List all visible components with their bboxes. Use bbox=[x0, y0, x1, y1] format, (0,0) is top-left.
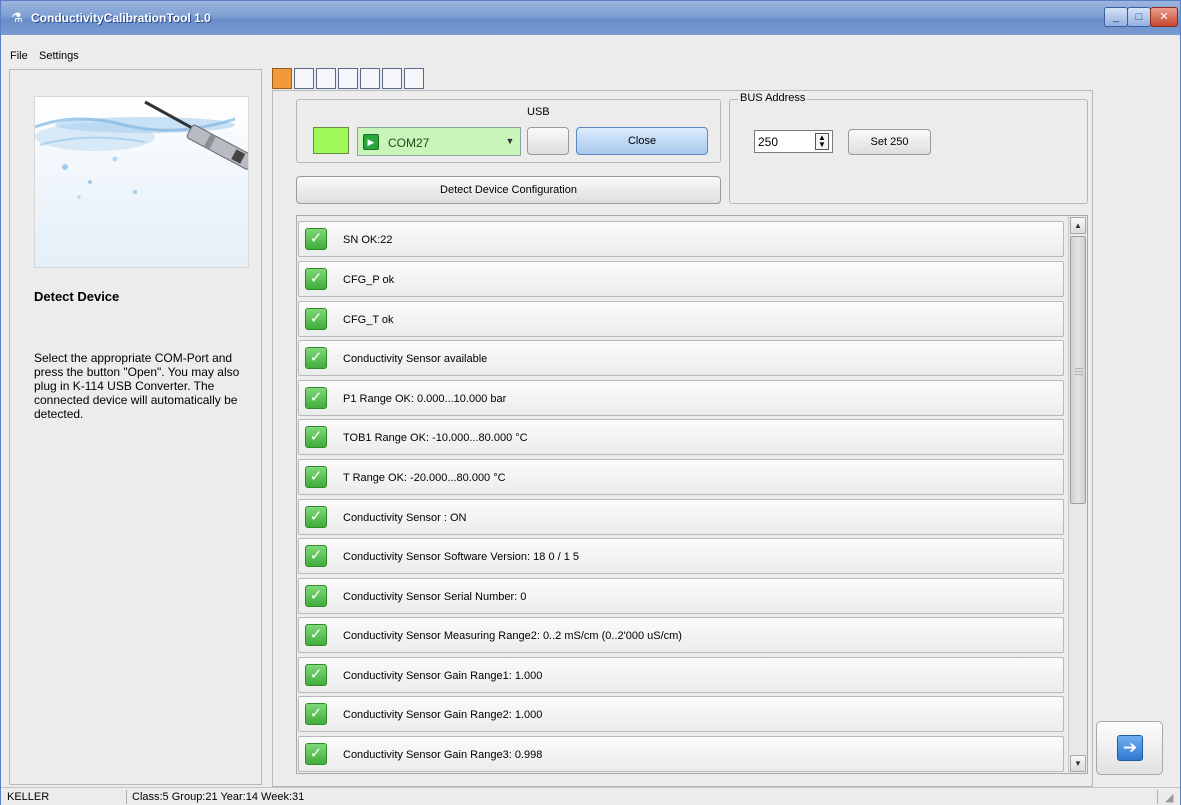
checkmark-icon: ✓ bbox=[305, 308, 327, 330]
bus-address-spinner[interactable]: 250 ▲ ▼ bbox=[754, 130, 833, 153]
result-text: Conductivity Sensor Serial Number: 0 bbox=[343, 591, 527, 603]
step-4 bbox=[338, 68, 358, 89]
checkmark-icon: ✓ bbox=[305, 426, 327, 448]
checkmark-icon: ✓ bbox=[305, 664, 327, 686]
checkmark-icon: ✓ bbox=[305, 347, 327, 369]
com-port-select[interactable]: ▶ COM27 ▼ bbox=[357, 127, 521, 156]
checkmark-icon: ✓ bbox=[305, 268, 327, 290]
connection-status-lamp bbox=[313, 127, 349, 154]
com-port-value: COM27 bbox=[388, 136, 430, 150]
step-3 bbox=[316, 68, 336, 89]
maximize-button[interactable]: □ bbox=[1127, 7, 1151, 27]
scroll-up-icon[interactable]: ▲ bbox=[1070, 217, 1086, 234]
step-2 bbox=[294, 68, 314, 89]
menu-settings[interactable]: Settings bbox=[36, 49, 82, 63]
chevron-down-icon[interactable]: ▼ bbox=[500, 128, 520, 155]
title-bar: ⚗ ConductivityCalibrationTool 1.0 _ □ ✕ bbox=[1, 1, 1180, 35]
result-row: ✓ Conductivity Sensor available bbox=[298, 340, 1064, 376]
sensor-probe-image bbox=[35, 100, 248, 199]
checkmark-icon: ✓ bbox=[305, 545, 327, 567]
result-text: Conductivity Sensor Measuring Range2: 0.… bbox=[343, 630, 682, 642]
checkmark-icon: ✓ bbox=[305, 466, 327, 488]
detect-configuration-button[interactable]: Detect Device Configuration bbox=[296, 176, 721, 204]
status-device-info: Class:5 Group:21 Year:14 Week:31 bbox=[132, 791, 305, 803]
minimize-button[interactable]: _ bbox=[1104, 7, 1128, 27]
usb-label: USB bbox=[527, 106, 550, 118]
result-text: CFG_T ok bbox=[343, 314, 394, 326]
main-window: ⚗ ConductivityCalibrationTool 1.0 _ □ ✕ … bbox=[0, 0, 1181, 805]
result-text: Conductivity Sensor Gain Range3: 0.998 bbox=[343, 749, 543, 761]
play-icon: ▶ bbox=[363, 134, 379, 150]
step-5 bbox=[360, 68, 380, 89]
result-row: ✓ P1 Range OK: 0.000...10.000 bar bbox=[298, 380, 1064, 416]
sensor-photo bbox=[34, 96, 249, 268]
close-window-button[interactable]: ✕ bbox=[1150, 7, 1178, 27]
next-step-button[interactable]: ➔ bbox=[1096, 721, 1163, 775]
left-info-panel: Detect Device Select the appropriate COM… bbox=[9, 69, 262, 785]
usb-action-button[interactable] bbox=[527, 127, 569, 155]
step-6 bbox=[382, 68, 402, 89]
checkmark-icon: ✓ bbox=[305, 387, 327, 409]
result-row: ✓ Conductivity Sensor Gain Range1: 1.000 bbox=[298, 657, 1064, 693]
step-description: Select the appropriate COM-Port and pres… bbox=[34, 351, 240, 421]
result-row: ✓ Conductivity Sensor Serial Number: 0 bbox=[298, 578, 1064, 614]
status-vendor: KELLER bbox=[7, 791, 50, 803]
bus-address-label: BUS Address bbox=[738, 92, 808, 104]
flask-icon: ⚗ bbox=[11, 10, 23, 25]
result-row: ✓ TOB1 Range OK: -10.000...80.000 °C bbox=[298, 419, 1064, 455]
checkmark-icon: ✓ bbox=[305, 506, 327, 528]
scroll-down-icon[interactable]: ▼ bbox=[1070, 755, 1086, 772]
result-text: Conductivity Sensor available bbox=[343, 353, 488, 365]
checkmark-icon: ✓ bbox=[305, 703, 327, 725]
menu-file[interactable]: File bbox=[7, 49, 31, 63]
result-text: CFG_P ok bbox=[343, 274, 395, 286]
step-7 bbox=[404, 68, 424, 89]
result-text: TOB1 Range OK: -10.000...80.000 °C bbox=[343, 432, 528, 444]
close-port-button[interactable]: Close bbox=[576, 127, 708, 155]
result-text: SN OK:22 bbox=[343, 234, 393, 246]
result-text: Conductivity Sensor Gain Range2: 1.000 bbox=[343, 709, 543, 721]
checkmark-icon: ✓ bbox=[305, 585, 327, 607]
step-1 bbox=[272, 68, 292, 89]
result-row: ✓ Conductivity Sensor Software Version: … bbox=[298, 538, 1064, 574]
step-title: Detect Device bbox=[34, 289, 120, 304]
result-row: ✓ Conductivity Sensor Measuring Range2: … bbox=[298, 617, 1064, 653]
result-row: ✓ Conductivity Sensor Gain Range3: 0.998 bbox=[298, 736, 1064, 772]
result-row: ✓ CFG_T ok bbox=[298, 301, 1064, 337]
result-text: Conductivity Sensor Software Version: 18… bbox=[343, 551, 580, 563]
set-bus-address-button[interactable]: Set 250 bbox=[848, 129, 931, 155]
resize-grip-icon[interactable]: ◢ bbox=[1165, 791, 1173, 804]
results-scrollbar[interactable]: ▲ — — — ▼ bbox=[1068, 216, 1087, 773]
result-text: T Range OK: -20.000...80.000 °C bbox=[343, 472, 506, 484]
grip-icon: — — — bbox=[1075, 364, 1083, 379]
result-text: Conductivity Sensor Gain Range1: 1.000 bbox=[343, 670, 543, 682]
status-bar: KELLER Class:5 Group:21 Year:14 Week:31 … bbox=[1, 787, 1180, 805]
bus-address-value: 250 bbox=[758, 135, 779, 149]
result-row: ✓ SN OK:22 bbox=[298, 221, 1064, 257]
result-text: P1 Range OK: 0.000...10.000 bar bbox=[343, 393, 507, 405]
result-row: ✓ T Range OK: -20.000...80.000 °C bbox=[298, 459, 1064, 495]
checkmark-icon: ✓ bbox=[305, 228, 327, 250]
menu-bar: File Settings bbox=[1, 46, 1180, 68]
arrow-right-icon: ➔ bbox=[1117, 735, 1143, 761]
result-text: Conductivity Sensor : ON bbox=[343, 512, 467, 524]
spin-arrows-icon[interactable]: ▲ ▼ bbox=[815, 133, 829, 150]
status-divider bbox=[1157, 790, 1158, 804]
result-row: ✓ Conductivity Sensor Gain Range2: 1.000 bbox=[298, 696, 1064, 732]
scroll-thumb[interactable]: — — — bbox=[1070, 236, 1086, 504]
checkmark-icon: ✓ bbox=[305, 743, 327, 765]
status-divider bbox=[126, 790, 127, 804]
result-row: ✓ CFG_P ok bbox=[298, 261, 1064, 297]
checkmark-icon: ✓ bbox=[305, 624, 327, 646]
window-title: ConductivityCalibrationTool 1.0 bbox=[31, 11, 211, 25]
result-row: ✓ Conductivity Sensor : ON bbox=[298, 499, 1064, 535]
